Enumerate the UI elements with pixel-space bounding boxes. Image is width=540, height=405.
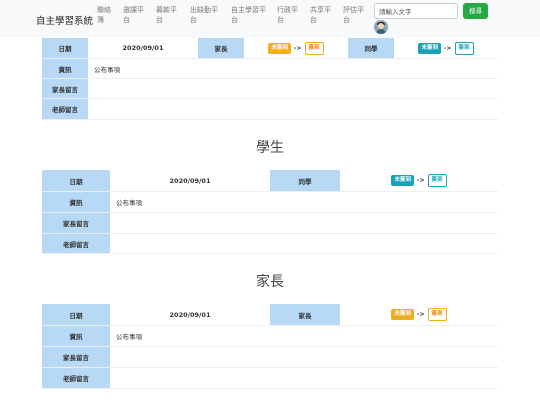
parent-status: 未簽到 -> 簽到: [244, 38, 348, 58]
arrow-icon: ->: [443, 44, 452, 52]
nav-item-self-learning[interactable]: 自主學習平台: [231, 5, 271, 25]
not-signed-badge[interactable]: 未簽到: [391, 309, 414, 320]
brand-title[interactable]: 自主學習系統: [36, 13, 93, 27]
search-input[interactable]: 請輸入文字: [374, 3, 458, 19]
avatar[interactable]: [374, 20, 388, 34]
not-signed-badge[interactable]: 未簽到: [418, 42, 441, 54]
parent-status: 未簽到 -> 簽到: [340, 304, 498, 325]
signed-badge[interactable]: 簽到: [427, 174, 447, 187]
teacher-message-label: 老師留言: [42, 99, 88, 119]
info-value: 公布事項: [116, 333, 142, 341]
table-row: 日期 2020/09/01 同學 未簽到 -> 簽到: [42, 170, 498, 192]
table-row: 老師留言: [42, 99, 498, 120]
table-row: 資訊 公布事項: [42, 192, 498, 213]
table-row: 家長留言: [42, 79, 498, 99]
info-label: 資訊: [42, 192, 110, 212]
date-label: 日期: [42, 38, 88, 58]
info-value: 公布事項: [116, 199, 142, 207]
signed-badge[interactable]: 簽到: [427, 308, 447, 321]
peer-label: 同學: [270, 170, 340, 191]
parent-message-label: 家長留言: [42, 79, 88, 98]
date-label: 日期: [42, 304, 110, 325]
teacher-message-label: 老師留言: [42, 234, 110, 253]
table-row: 日期 2020/09/01 家長 未簽到 -> 簽到 同學 未簽到 -> 簽到: [42, 38, 498, 59]
signed-badge[interactable]: 簽到: [454, 41, 474, 55]
parent-label: 家長: [270, 304, 340, 325]
table-row: 家長留言: [42, 213, 498, 234]
parent-section-title: 家長: [256, 274, 284, 290]
student-section-title: 學生: [256, 140, 284, 156]
date-value: 2020/09/01: [110, 304, 270, 325]
table-row: 老師留言: [42, 368, 498, 389]
table-row: 資訊 公布事項: [42, 326, 498, 347]
peer-label: 同學: [348, 38, 394, 58]
not-signed-badge[interactable]: 未簽到: [391, 175, 414, 186]
search-button[interactable]: 搜尋: [463, 3, 488, 19]
date-value: 2020/09/01: [110, 170, 270, 191]
parent-message-label: 家長留言: [42, 347, 110, 367]
table-row: 日期 2020/09/01 家長 未簽到 -> 簽到: [42, 304, 498, 326]
not-signed-badge[interactable]: 未簽到: [268, 42, 291, 54]
date-label: 日期: [42, 170, 110, 191]
arrow-icon: ->: [416, 311, 425, 318]
parent-message-label: 家長留言: [42, 213, 110, 233]
arrow-icon: ->: [416, 177, 425, 184]
table-row: 資訊 公布事項: [42, 59, 498, 79]
nav-item-attendance[interactable]: 出缺勤平台: [190, 5, 230, 25]
parent-label: 家長: [198, 38, 244, 58]
peer-status: 未簽到 -> 簽到: [340, 170, 498, 191]
date-value: 2020/09/01: [88, 38, 198, 58]
arrow-icon: ->: [293, 44, 302, 52]
table-row: 家長留言: [42, 347, 498, 368]
signed-badge[interactable]: 簽到: [304, 41, 324, 55]
info-value: 公布事項: [94, 65, 120, 74]
teacher-message-label: 老師留言: [42, 368, 110, 388]
table-row: 老師留言: [42, 234, 498, 254]
navbar: 自主學習系統 聯絡簿 選課平台 募款平台 出缺勤平台 自主學習平台 行政平台 共…: [0, 0, 540, 38]
info-label: 資訊: [42, 59, 88, 78]
info-label: 資訊: [42, 326, 110, 346]
peer-status: 未簽到 -> 簽到: [394, 38, 498, 58]
